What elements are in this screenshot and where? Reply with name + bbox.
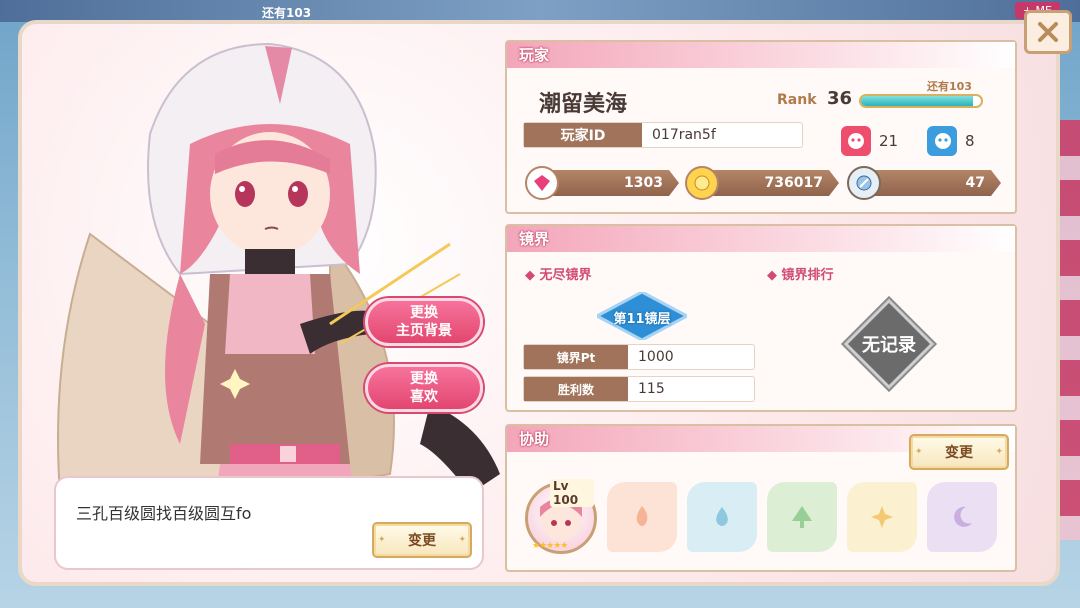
no-record-text: 无记录: [862, 335, 916, 356]
mirror-pt-label: 镜界Pt: [524, 345, 628, 369]
mirror-pt-row: 镜界Pt 1000: [523, 344, 755, 370]
player-id-row: 玩家ID 017ran5f: [523, 122, 803, 148]
no-record-badge: 无记录: [843, 298, 935, 390]
change-background-label-1: 更换: [410, 305, 438, 321]
change-background-label-2: 主页背景: [396, 323, 452, 339]
water-drop-icon: [716, 507, 728, 526]
support-star-rating: ★★★★★: [532, 541, 568, 551]
support-slot-light[interactable]: [847, 482, 917, 552]
diamond-bullet-icon: ◆: [525, 268, 540, 283]
fire-icon: [636, 506, 648, 526]
coin-counter: 736017: [703, 170, 839, 196]
mirror-wins-row: 胜利数 115: [523, 376, 755, 402]
change-background-button[interactable]: 更换 主页背景: [365, 298, 483, 346]
support-slot-water[interactable]: [687, 482, 757, 552]
support-slot-fire[interactable]: [607, 482, 677, 552]
mirror-section-title: 镜界: [507, 226, 1015, 252]
blue-face-icon: [927, 126, 957, 156]
support-character-slot[interactable]: Lv 100 ★★★★★: [525, 479, 597, 554]
moon-icon: [954, 506, 972, 527]
gem-icon: [525, 166, 559, 200]
rank-progress-fill: [861, 96, 973, 106]
tree-icon: [792, 506, 812, 528]
close-button[interactable]: [1024, 10, 1072, 54]
change-favorite-button[interactable]: 更换 喜欢: [365, 364, 483, 412]
rank-remaining: 还有103: [927, 80, 972, 93]
change-favorite-label-2: 喜欢: [410, 389, 438, 405]
mirror-ranking-label: 镜界排行: [781, 268, 834, 283]
mirror-floor: 第11镜层: [613, 312, 671, 327]
endless-mirror-title: ◆ 无尽镜界: [525, 264, 592, 283]
mirror-wins-value: 115: [638, 381, 665, 397]
comment-change-button[interactable]: 变更: [372, 522, 472, 558]
red-stat-value: 21: [879, 132, 899, 150]
support-slots: Lv 100 ★★★★★: [525, 479, 997, 554]
emblem-icon: [847, 166, 881, 200]
player-id-label: 玩家ID: [524, 123, 642, 147]
blue-stat-value: 8: [965, 132, 975, 150]
diamond-bullet-icon: ◆: [767, 268, 782, 283]
rank-value: 36: [827, 88, 853, 109]
rank-label: Rank: [777, 92, 817, 108]
endless-mirror-label: 无尽镜界: [539, 268, 592, 283]
ticket-counter: 47: [865, 170, 1001, 196]
comment-text: 三孔百级圆找百级圆互fo: [76, 504, 252, 523]
background-top-text: 还有103: [262, 6, 312, 20]
change-favorite-label-1: 更换: [410, 371, 438, 387]
support-slot-dark[interactable]: [927, 482, 997, 552]
support-level-tag: Lv 100: [550, 479, 594, 507]
player-section-title: 玩家: [507, 42, 1015, 68]
mirror-wins-label: 胜利数: [524, 377, 628, 401]
support-section: 协助 变更 Lv 100 ★★★★★: [505, 424, 1017, 572]
close-icon: [1038, 22, 1058, 42]
star-icon: [871, 506, 893, 528]
player-name: 潮留美海: [539, 92, 628, 117]
mirror-section: 镜界 ◆ 无尽镜界 ◆ 镜界排行 第11镜层 镜界Pt 1000 胜利数 115…: [505, 224, 1017, 412]
support-slot-forest[interactable]: [767, 482, 837, 552]
support-change-button[interactable]: 变更: [909, 434, 1009, 470]
red-face-icon: [841, 126, 871, 156]
rank-progress-bar: [859, 94, 983, 108]
background-top-strip: 还有103 + ME: [0, 0, 1080, 22]
gem-counter: 1303: [543, 170, 679, 196]
player-id-value: 017ran5f: [652, 127, 716, 143]
mirror-ranking-title: ◆ 镜界排行: [767, 264, 834, 283]
mirror-pt-value: 1000: [638, 349, 674, 365]
coin-icon: [685, 166, 719, 200]
player-section: 玩家 潮留美海 Rank 36 还有103 玩家ID 017ran5f 21 8…: [505, 40, 1017, 214]
